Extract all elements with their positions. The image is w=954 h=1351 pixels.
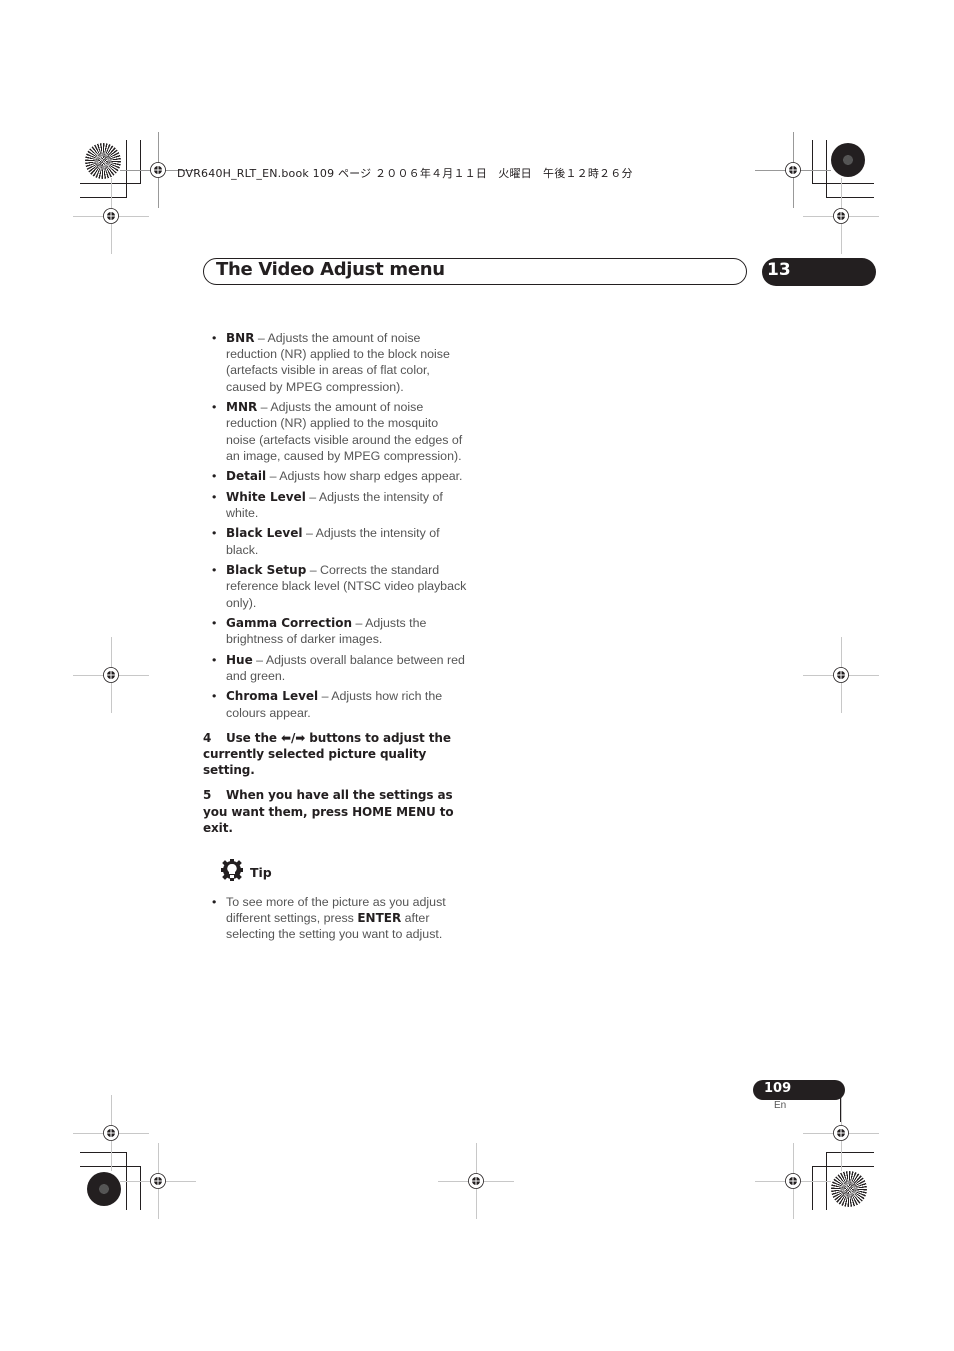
registration-mark-icon: [833, 1125, 849, 1141]
step-5: 5 When you have all the settings as you w…: [203, 787, 471, 836]
setting-name: Detail: [226, 469, 267, 484]
tip-text: • To see more of the picture as you adjus…: [212, 895, 446, 942]
setting-name: Gamma Correction: [226, 616, 353, 631]
registration-mark-icon: [785, 1173, 801, 1189]
lightbulb-gear-icon: [221, 859, 243, 882]
registration-starburst-icon: [831, 1171, 867, 1207]
setting-name: BNR: [226, 331, 255, 345]
list-item: • Gamma Correction – Adjusts the brightne…: [212, 616, 427, 647]
list-item: • Black Setup – Corrects the standard ref…: [212, 563, 467, 610]
page-number-badge: 109: [753, 1080, 845, 1100]
setting-description: – Adjusts overall balance between red an…: [226, 652, 465, 683]
divider: [840, 1090, 841, 1122]
main-content: • BNR – Adjusts the amount of noise reduc…: [203, 330, 471, 943]
setting-name: MNR: [226, 400, 258, 415]
registration-mark-icon: [785, 162, 801, 178]
registration-mark-icon: [468, 1173, 484, 1189]
registration-mark-icon: [150, 162, 166, 178]
registration-mark-icon: [103, 1125, 119, 1141]
list-item: • White Level – Adjusts the intensity of …: [212, 489, 443, 520]
step-text: Use the ⬅/➡ buttons to adjust the curren…: [203, 730, 451, 778]
setting-description: – Adjusts the amount of noise reduction …: [226, 400, 463, 463]
list-item: • Detail – Adjusts how sharp edges appear…: [212, 469, 463, 484]
enter-key-label: ENTER: [357, 911, 402, 926]
language-label: En: [774, 1100, 787, 1111]
registration-mark-icon: [833, 208, 849, 224]
setting-name: Black Setup: [226, 563, 307, 578]
list-item: • Black Level – Adjusts the intensity of …: [212, 526, 440, 557]
step-number: 5: [203, 788, 212, 803]
step-text: When you have all the settings as you wa…: [203, 788, 454, 835]
list-item: • BNR – Adjusts the amount of noise reduc…: [212, 331, 450, 394]
setting-name: White Level: [226, 489, 306, 504]
setting-name: Black Level: [226, 526, 303, 541]
step-number: 4: [203, 730, 212, 745]
tip-heading: Tip: [203, 858, 471, 884]
list-item: • Chroma Level – Adjusts how rich the col…: [212, 689, 443, 720]
registration-mark-icon: [103, 208, 119, 224]
chapter-number-badge: 13: [762, 258, 876, 286]
setting-description: – Adjusts how sharp edges appear.: [266, 469, 463, 484]
registration-mark-icon: [103, 667, 119, 683]
registration-mark-icon: [150, 1173, 166, 1189]
setting-name: Hue: [226, 652, 253, 667]
registration-circle-icon: [87, 1172, 121, 1206]
settings-list: • BNR – Adjusts the amount of noise reduc…: [203, 330, 471, 721]
list-item: • MNR – Adjusts the amount of noise reduc…: [212, 400, 463, 463]
setting-name: Chroma Level: [226, 689, 319, 704]
setting-description: – Adjusts the amount of noise reduction …: [226, 331, 450, 394]
book-info-header: DVR640H_RLT_EN.book 109 ページ ２００６年４月１１日 火…: [177, 167, 633, 180]
list-item: • Hue – Adjusts overall balance between r…: [212, 652, 465, 683]
registration-starburst-icon: [85, 143, 121, 179]
step-4: 4 Use the ⬅/➡ buttons to adjust the curre…: [203, 730, 471, 779]
registration-circle-icon: [831, 143, 865, 177]
registration-mark-icon: [833, 667, 849, 683]
chapter-title: The Video Adjust menu: [216, 259, 445, 280]
tip-label: Tip: [250, 865, 272, 881]
